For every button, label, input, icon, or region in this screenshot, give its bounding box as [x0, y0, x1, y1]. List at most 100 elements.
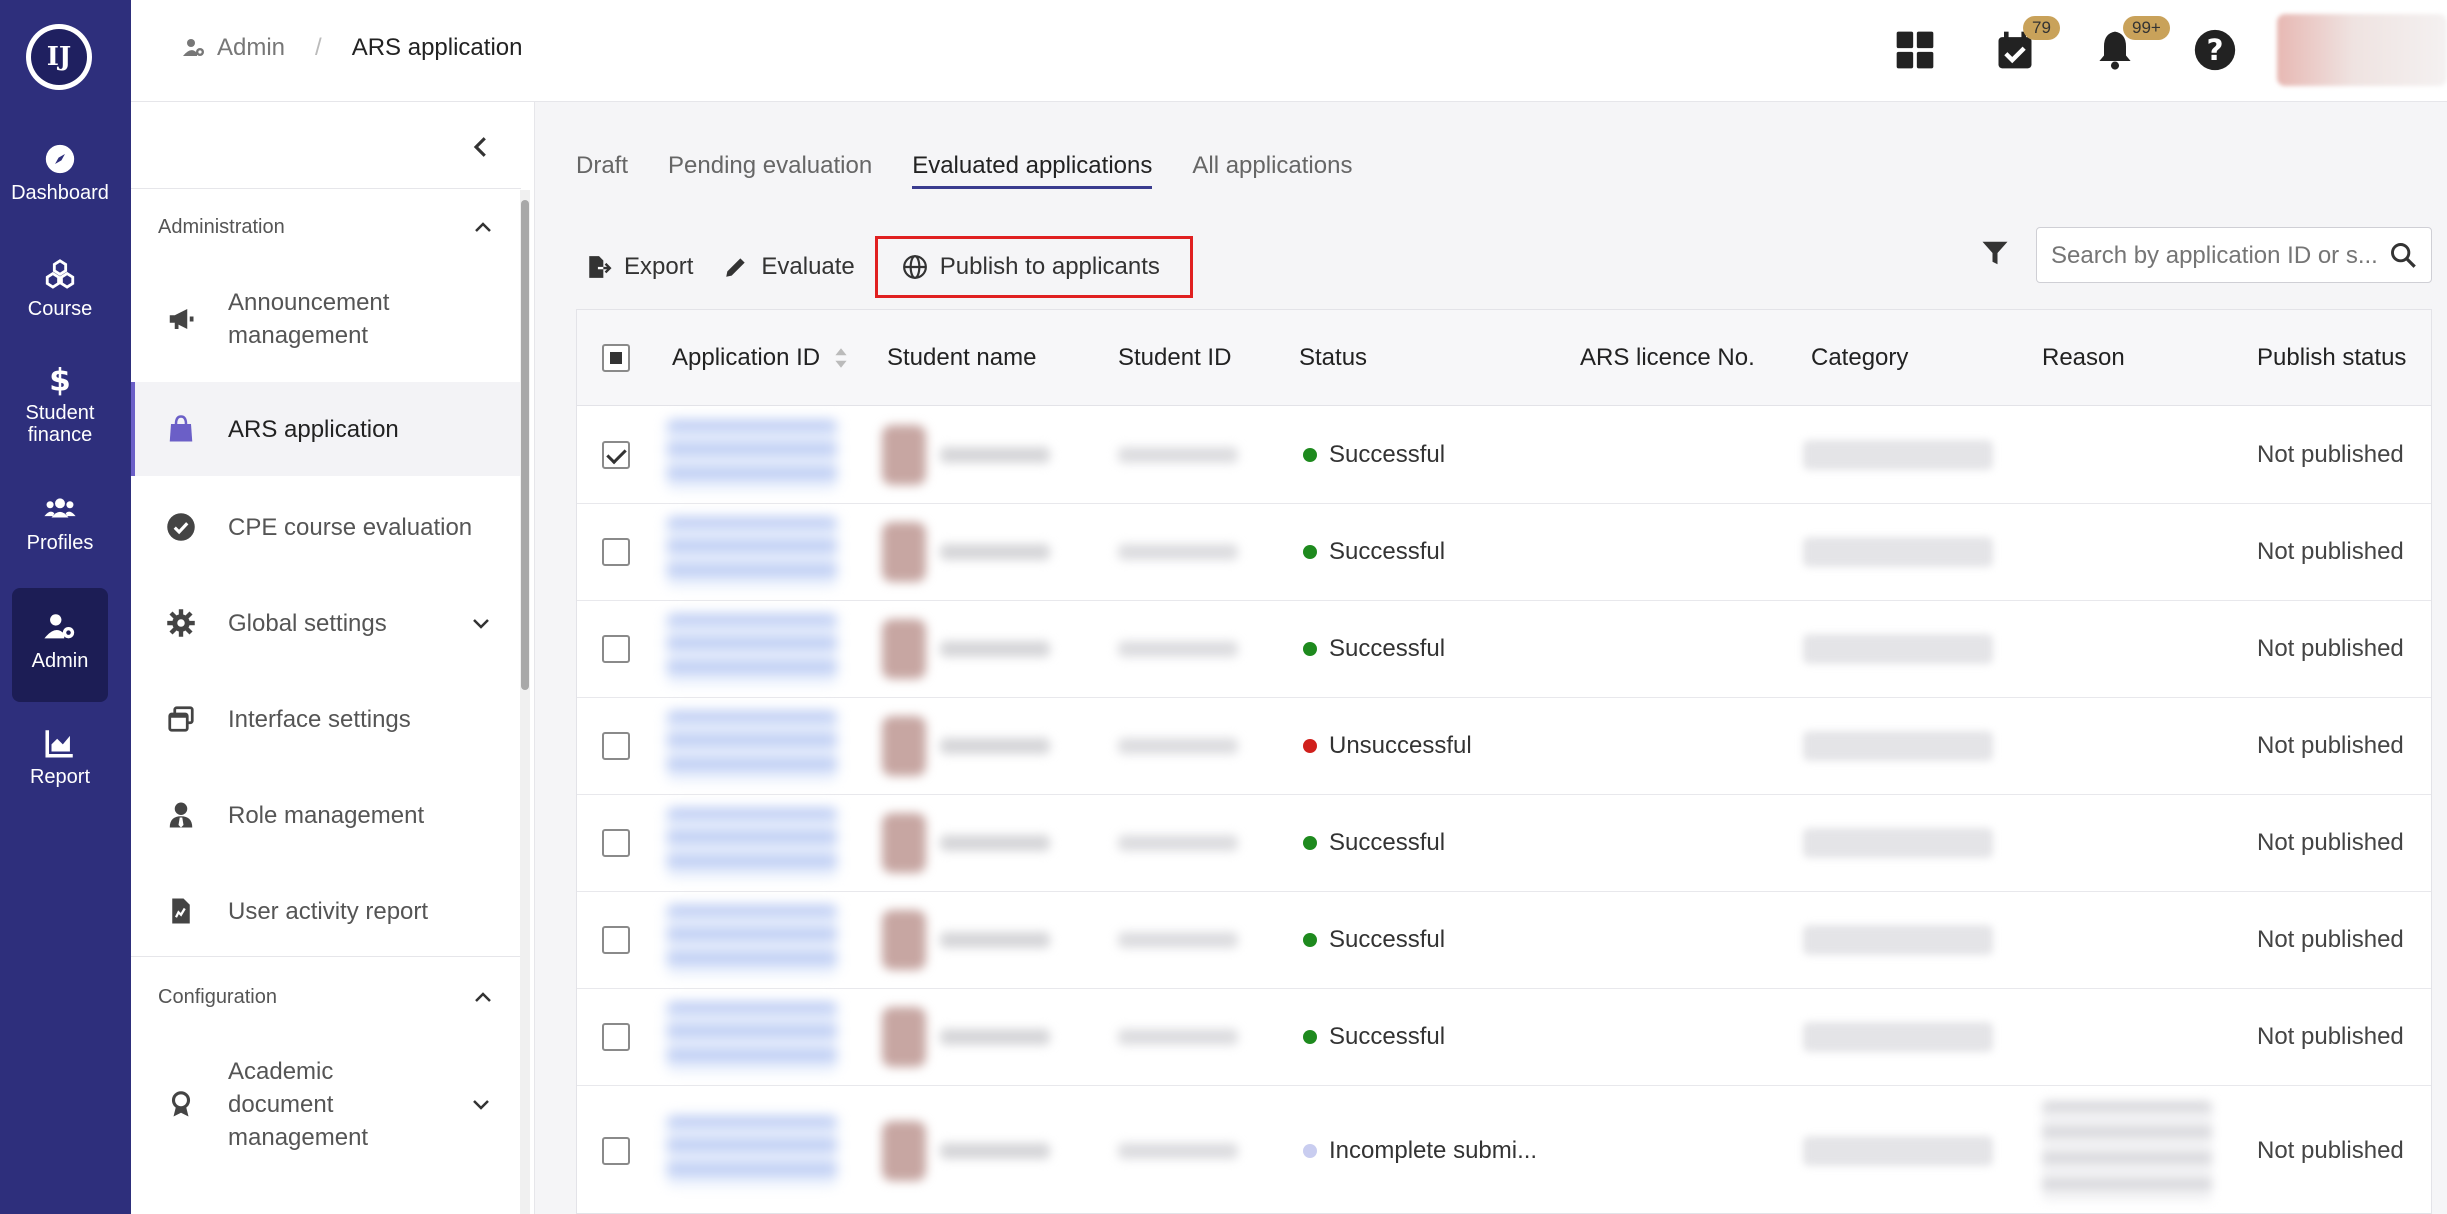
export-label: Export — [624, 253, 694, 280]
tab-pending-evaluation[interactable]: Pending evaluation — [668, 152, 872, 189]
select-all-checkbox[interactable] — [602, 344, 630, 372]
row-checkbox[interactable] — [602, 829, 630, 857]
rail-item-student-finance[interactable]: $ Student finance — [0, 362, 120, 446]
publish-label: Publish to applicants — [939, 253, 1160, 280]
sidebar-item-role-management[interactable]: Role management — [131, 768, 521, 862]
chevron-left-icon[interactable] — [466, 132, 496, 162]
sidebar-item-cpe-course-evaluation[interactable]: CPE course evaluation — [131, 480, 521, 574]
application-id-cell[interactable] — [667, 989, 837, 1085]
sidebar-item-academic-document-management[interactable]: Academic document management — [131, 1042, 521, 1166]
apps-grid-button[interactable] — [1893, 28, 1937, 72]
sort-icon[interactable] — [832, 344, 850, 372]
redacted-student-id — [1118, 544, 1238, 560]
chevron-down-icon[interactable] — [469, 1092, 493, 1116]
publish-status-text: Not published — [2257, 926, 2404, 953]
column-category: Category — [1811, 344, 1909, 371]
table-row[interactable]: Successful Not published — [577, 601, 2431, 698]
sidebar-scrollbar[interactable] — [520, 190, 530, 1214]
sidebar-item-global-settings[interactable]: Global settings — [131, 576, 521, 670]
table-row[interactable]: Successful Not published — [577, 407, 2431, 504]
redacted-category — [1803, 828, 1993, 858]
publish-status-cell: Not published — [2257, 1086, 2404, 1213]
publish-status-cell: Not published — [2257, 504, 2404, 600]
status-dot — [1303, 448, 1317, 462]
application-id-cell[interactable] — [667, 892, 837, 988]
publish-status-cell: Not published — [2257, 601, 2404, 697]
help-icon: ? — [2194, 29, 2236, 71]
scrollbar-thumb[interactable] — [521, 200, 529, 690]
breadcrumb-current: ARS application — [351, 34, 523, 61]
tab-all-applications[interactable]: All applications — [1192, 152, 1352, 189]
redacted-application-id — [667, 905, 837, 975]
table-row[interactable]: Successful Not published — [577, 504, 2431, 601]
row-select-cell — [602, 1086, 630, 1213]
table-row[interactable]: Successful Not published — [577, 989, 2431, 1086]
row-checkbox[interactable] — [602, 1136, 630, 1165]
svg-text:$: $ — [49, 362, 71, 396]
chevron-up-icon[interactable] — [471, 216, 495, 240]
application-id-cell[interactable] — [667, 504, 837, 600]
row-select-cell — [602, 698, 630, 794]
rail-item-admin[interactable]: Admin — [12, 588, 108, 702]
publish-status-cell: Not published — [2257, 795, 2404, 891]
tab-evaluated-applications[interactable]: Evaluated applications — [912, 152, 1153, 189]
application-id-cell[interactable] — [667, 698, 837, 794]
dollar-icon: $ — [49, 362, 71, 396]
row-checkbox[interactable] — [602, 926, 630, 954]
application-tabs: Draft Pending evaluation Evaluated appli… — [576, 152, 1392, 189]
application-id-cell[interactable] — [667, 795, 837, 891]
sidebar-item-interface-settings[interactable]: Interface settings — [131, 672, 521, 766]
chevron-down-icon[interactable] — [469, 611, 493, 635]
rail-item-profiles[interactable]: Profiles — [0, 492, 120, 554]
search-icon[interactable] — [2389, 241, 2417, 269]
status-text: Successful — [1329, 441, 1446, 468]
table-row[interactable]: Successful Not published — [577, 892, 2431, 989]
row-select-cell — [602, 407, 630, 503]
row-checkbox[interactable] — [602, 538, 630, 566]
rail-item-dashboard[interactable]: Dashboard — [0, 142, 120, 204]
status-dot — [1303, 739, 1317, 753]
tasks-button[interactable]: 79 — [1993, 16, 2060, 72]
redacted-student-id — [1118, 1142, 1238, 1159]
app-logo[interactable]: IJ — [26, 24, 92, 90]
rail-item-label: Course — [27, 298, 93, 320]
user-gear-icon — [44, 614, 75, 639]
sidebar-item-announcement-management[interactable]: Announcement management — [131, 268, 521, 370]
application-id-cell[interactable] — [667, 407, 837, 503]
status-dot — [1303, 836, 1317, 850]
sidebar-item-ars-application[interactable]: ARS application — [131, 382, 521, 476]
notifications-button[interactable]: 99+ — [2093, 16, 2170, 72]
admin-sidebar: Administration Announcement management A… — [131, 102, 535, 1214]
application-id-cell[interactable] — [667, 601, 837, 697]
search-input[interactable] — [2051, 242, 2381, 270]
row-checkbox[interactable] — [602, 635, 630, 663]
column-application-id[interactable]: Application ID — [672, 310, 850, 406]
row-select-cell — [602, 795, 630, 891]
rail-item-course[interactable]: Course — [0, 258, 120, 320]
chevron-up-icon[interactable] — [471, 986, 495, 1010]
row-checkbox[interactable] — [602, 441, 630, 469]
breadcrumb-parent[interactable]: Admin — [181, 34, 285, 62]
column-ars-licence-no: ARS licence No. — [1580, 344, 1755, 371]
user-avatar[interactable] — [2277, 14, 2447, 86]
publish-status-text: Not published — [2257, 829, 2404, 856]
rail-item-report[interactable]: Report — [0, 726, 120, 788]
redacted-student-id — [1118, 1029, 1238, 1045]
export-button[interactable]: Export — [586, 253, 693, 281]
evaluate-button[interactable]: Evaluate — [723, 253, 855, 281]
users-icon — [44, 498, 76, 518]
filter-icon[interactable] — [1980, 238, 2010, 268]
cubes-icon — [45, 259, 75, 289]
section-administration: Administration — [158, 216, 285, 238]
help-button[interactable]: ? — [2193, 28, 2237, 72]
sidebar-item-user-activity-report[interactable]: User activity report — [131, 864, 521, 958]
table-row[interactable]: Successful Not published — [577, 795, 2431, 892]
row-checkbox[interactable] — [602, 1023, 630, 1051]
publish-to-applicants-button[interactable]: Publish to applicants — [874, 236, 1193, 298]
table-row[interactable]: Unsuccessful Not published — [577, 698, 2431, 795]
student-name-cell — [882, 504, 1050, 600]
table-row[interactable]: Incomplete submi... Not published — [577, 1086, 2431, 1213]
tab-draft[interactable]: Draft — [576, 152, 628, 189]
application-id-cell[interactable] — [667, 1086, 837, 1213]
row-checkbox[interactable] — [602, 732, 630, 760]
